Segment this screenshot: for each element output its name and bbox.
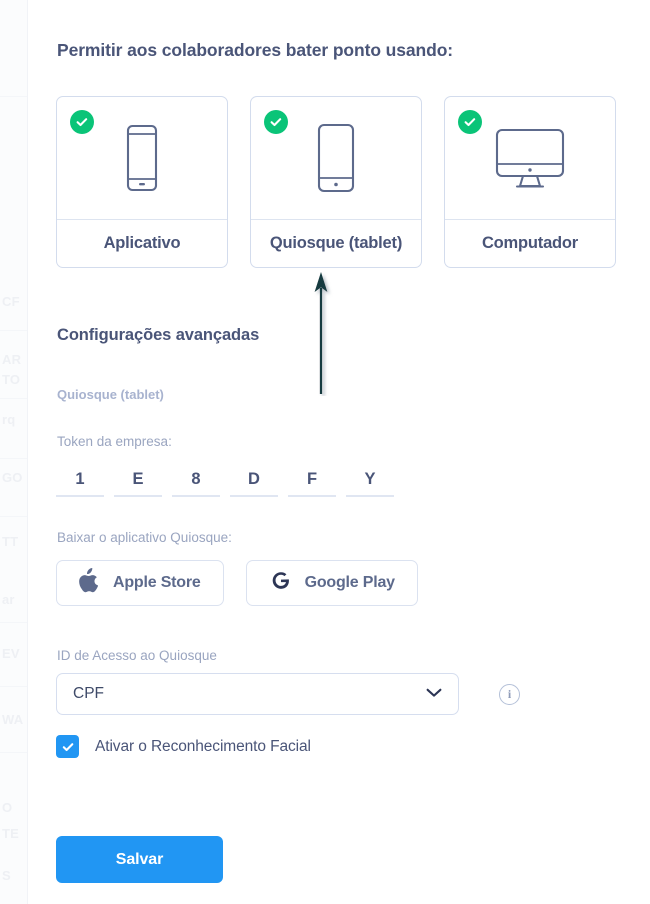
download-label: Baixar o aplicativo Quiosque: — [57, 530, 232, 545]
access-id-select-wrapper: CPF — [56, 673, 459, 715]
page-title: Permitir aos colaboradores bater ponto u… — [57, 40, 454, 60]
token-label: Token da empresa: — [57, 434, 172, 449]
token-char-2[interactable]: E — [114, 470, 162, 497]
ghost-text: TT — [2, 534, 19, 549]
selected-check-icon — [264, 110, 288, 134]
facial-recognition-label: Ativar o Reconhecimento Facial — [95, 737, 311, 755]
ghost-text: ar — [2, 592, 15, 607]
device-card-list: Aplicativo Quiosque (tablet) Computador — [56, 96, 616, 268]
selected-check-icon — [458, 110, 482, 134]
ghost-text: EV — [2, 646, 20, 661]
facial-recognition-checkbox[interactable] — [56, 735, 79, 758]
ghost-text: AR — [2, 352, 22, 367]
device-card-computador[interactable]: Computador — [444, 96, 616, 268]
token-char-1[interactable]: 1 — [56, 470, 104, 497]
token-char-5[interactable]: F — [288, 470, 336, 497]
save-button[interactable]: Salvar — [56, 836, 223, 883]
ghost-text: O — [2, 800, 13, 815]
device-card-label: Aplicativo — [103, 234, 181, 252]
ghost-text: TE — [2, 826, 20, 841]
token-char-6[interactable]: Y — [346, 470, 394, 497]
device-card-quiosque[interactable]: Quiosque (tablet) — [250, 96, 422, 268]
facial-recognition-row[interactable]: Ativar o Reconhecimento Facial — [56, 735, 311, 758]
apple-icon — [79, 568, 100, 598]
advanced-section-title: Configurações avançadas — [57, 326, 260, 344]
device-card-label: Quiosque (tablet) — [269, 234, 403, 252]
device-card-label: Computador — [481, 234, 579, 252]
token-input-group: 1 E 8 D F Y — [56, 470, 394, 497]
google-g-icon — [269, 569, 292, 597]
access-id-select[interactable]: CPF — [56, 673, 459, 715]
apple-store-label: Apple Store — [113, 574, 201, 591]
token-char-3[interactable]: 8 — [172, 470, 220, 497]
google-play-label: Google Play — [304, 574, 395, 591]
access-id-selected-value: CPF — [73, 685, 104, 702]
ghost-text: CF — [2, 294, 20, 309]
selected-check-icon — [70, 110, 94, 134]
info-icon[interactable]: i — [499, 684, 520, 705]
device-card-aplicativo[interactable]: Aplicativo — [56, 96, 228, 268]
ghost-text: GO — [2, 470, 23, 485]
ghost-text: rq — [2, 412, 16, 427]
chevron-down-icon[interactable] — [426, 685, 442, 703]
ghost-text: WA — [2, 712, 24, 727]
apple-store-button[interactable]: Apple Store — [56, 560, 224, 606]
advanced-subsection-title: Quiosque (tablet) — [57, 387, 164, 402]
google-play-button[interactable]: Google Play — [245, 560, 418, 606]
background-dimmed-layer: CF AR TO rq GO TT ar EV WA O TE S — [0, 0, 28, 904]
ghost-text: TO — [2, 372, 21, 387]
store-button-group: Apple Store Google Play — [56, 560, 418, 606]
settings-panel: Permitir aos colaboradores bater ponto u… — [28, 0, 650, 904]
access-id-label: ID de Acesso ao Quiosque — [57, 648, 217, 663]
ghost-text: S — [2, 868, 11, 883]
token-char-4[interactable]: D — [230, 470, 278, 497]
